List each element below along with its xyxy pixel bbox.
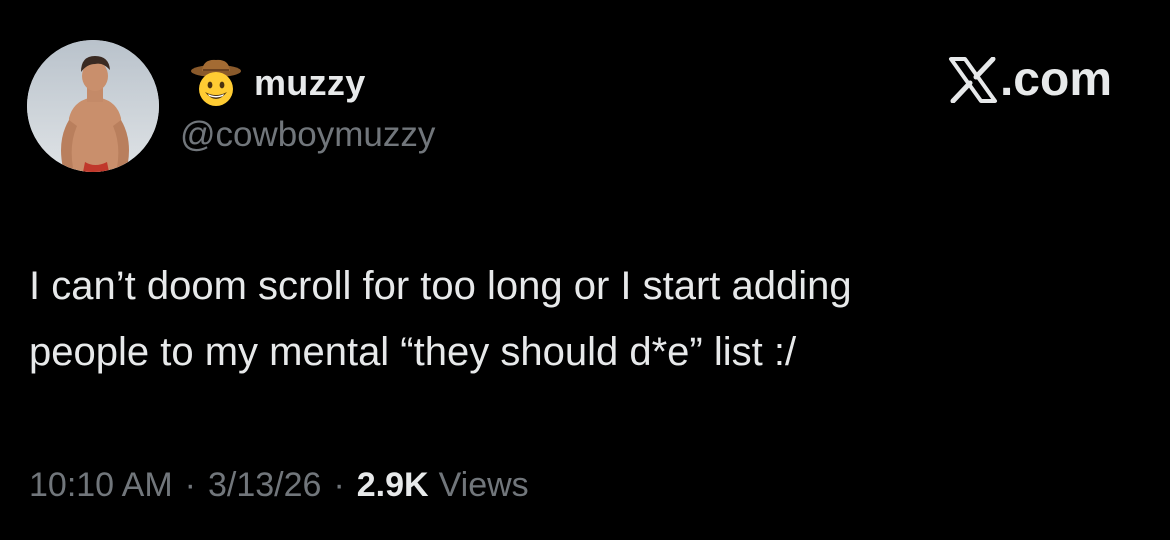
tweet-text-line: people to my mental “they should d*e” li… (29, 330, 797, 374)
views-label: Views (438, 466, 529, 504)
author-display-name: muzzy (254, 62, 366, 103)
views-count[interactable]: 2.9K (357, 466, 429, 505)
tweet-body: I can’t doom scroll for too long or I st… (29, 253, 1139, 385)
tweet-time[interactable]: 10:10 AM (29, 466, 173, 505)
x-com-brand: .com (948, 52, 1112, 107)
meta-separator: · (184, 466, 196, 504)
tweet-card: muzzy @cowboymuzzy .com I can’t doom scr… (0, 0, 1170, 540)
avatar[interactable] (27, 40, 159, 172)
tweet-text-line: I can’t doom scroll for too long or I st… (29, 264, 852, 308)
tweet-meta: 10:10 AM · 3/13/26 · 2.9K Views (29, 466, 529, 505)
tweet-date[interactable]: 3/13/26 (208, 466, 321, 505)
x-logo-icon (948, 56, 997, 103)
avatar-photo-icon (27, 40, 159, 172)
cowboy-hat-face-icon (191, 59, 241, 106)
author-handle[interactable]: @cowboymuzzy (180, 115, 435, 155)
brand-domain-text: .com (999, 53, 1112, 106)
meta-separator: · (333, 466, 345, 504)
author-name-row[interactable]: muzzy (190, 55, 366, 111)
